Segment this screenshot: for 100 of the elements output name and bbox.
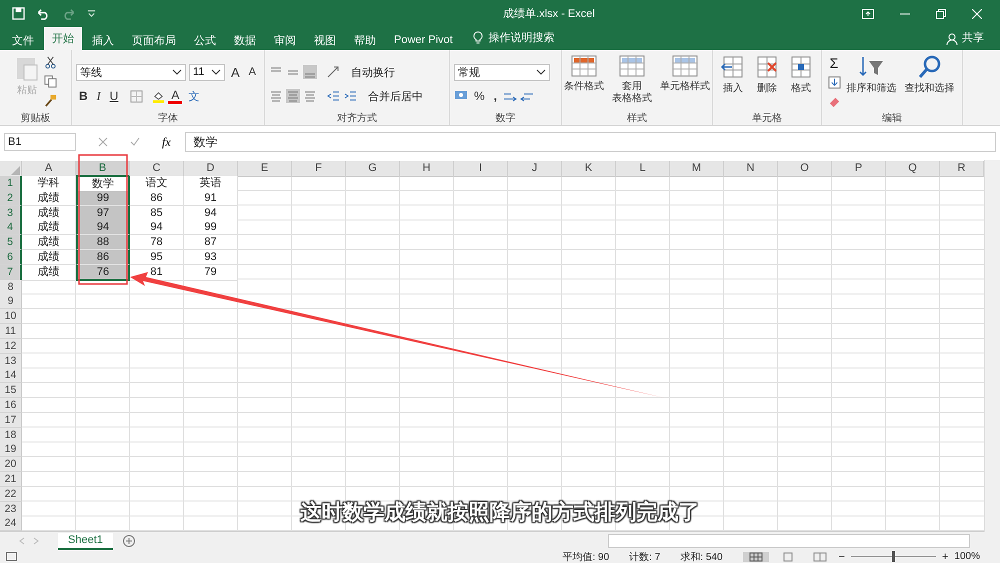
horizontal-scrollbar[interactable] bbox=[608, 534, 970, 548]
name-box[interactable]: B1 bbox=[4, 133, 76, 151]
column-header[interactable]: P bbox=[832, 161, 886, 177]
row-header[interactable]: 3 bbox=[0, 206, 22, 221]
style-button[interactable]: 条件格式 bbox=[562, 53, 606, 94]
row-header[interactable]: 15 bbox=[0, 383, 22, 398]
increase-indent-icon[interactable] bbox=[343, 89, 357, 103]
editing-button[interactable]: 查找和选择 bbox=[902, 53, 956, 97]
share-button[interactable]: 共享 bbox=[962, 30, 984, 45]
align-lines-icon[interactable] bbox=[286, 89, 300, 103]
column-header[interactable]: K bbox=[562, 161, 616, 177]
row-header[interactable]: 19 bbox=[0, 442, 22, 458]
row-header[interactable]: 23 bbox=[0, 502, 22, 517]
row-header[interactable]: 22 bbox=[0, 486, 22, 502]
row-header[interactable]: 20 bbox=[0, 457, 22, 472]
align-lines-icon[interactable] bbox=[303, 65, 317, 79]
ribbon-tab[interactable]: 文件 bbox=[4, 30, 42, 50]
row-header[interactable]: 13 bbox=[0, 354, 22, 369]
row-header[interactable]: 1 bbox=[0, 176, 22, 192]
align-lines-icon[interactable] bbox=[303, 89, 317, 103]
row-header[interactable]: 4 bbox=[0, 220, 22, 236]
bold-button[interactable]: B bbox=[76, 89, 91, 103]
comma-button[interactable]: , bbox=[490, 89, 500, 103]
autosum-button[interactable]: Σ bbox=[830, 56, 838, 70]
currency-icon[interactable] bbox=[454, 90, 468, 102]
ribbon-display-icon[interactable] bbox=[862, 8, 874, 18]
zoom-level[interactable]: 100% bbox=[954, 551, 980, 562]
ribbon-tab[interactable]: 审阅 bbox=[266, 30, 304, 50]
row-header[interactable]: 2 bbox=[0, 190, 22, 206]
zoom-out-button[interactable]: − bbox=[838, 550, 845, 562]
add-sheet-icon[interactable] bbox=[122, 535, 135, 547]
column-header[interactable]: F bbox=[292, 161, 346, 177]
copy-icon[interactable] bbox=[44, 75, 57, 88]
number-format-dropdown[interactable]: 常规 bbox=[454, 64, 550, 80]
row-header[interactable]: 12 bbox=[0, 338, 22, 354]
column-header[interactable]: I bbox=[454, 161, 508, 177]
ribbon-tab[interactable]: 公式 bbox=[186, 30, 224, 50]
cells-button[interactable]: 格式 bbox=[786, 53, 816, 97]
fill-color-icon[interactable] bbox=[152, 90, 166, 102]
font-size-dropdown[interactable]: 11 bbox=[189, 64, 225, 80]
row-header[interactable]: 16 bbox=[0, 398, 22, 413]
person-icon[interactable] bbox=[946, 33, 958, 45]
close-icon[interactable] bbox=[972, 8, 982, 18]
column-header[interactable]: J bbox=[508, 161, 562, 177]
check-icon[interactable] bbox=[130, 137, 140, 147]
column-header[interactable]: H bbox=[400, 161, 454, 177]
ribbon-tab[interactable]: 帮助 bbox=[346, 30, 384, 50]
scissors-icon[interactable] bbox=[44, 56, 57, 69]
font-color-button[interactable]: A bbox=[168, 88, 182, 104]
align-lines-icon[interactable] bbox=[269, 89, 283, 103]
tell-me-search[interactable]: 操作说明搜索 bbox=[488, 30, 555, 45]
column-header[interactable]: L bbox=[616, 161, 670, 177]
editing-button[interactable]: 排序和筛选 bbox=[844, 53, 898, 97]
row-header[interactable]: 8 bbox=[0, 280, 22, 295]
ribbon-tab[interactable]: 页面布局 bbox=[124, 30, 184, 50]
row-header[interactable]: 11 bbox=[0, 324, 22, 339]
column-header[interactable]: R bbox=[940, 161, 984, 177]
macro-icon[interactable] bbox=[6, 552, 17, 561]
grow-font-button[interactable]: A bbox=[228, 64, 243, 80]
row-header[interactable]: 24 bbox=[0, 516, 22, 531]
vertical-scrollbar[interactable] bbox=[984, 160, 1000, 532]
row-header[interactable]: 10 bbox=[0, 309, 22, 324]
column-header[interactable]: N bbox=[724, 161, 778, 177]
italic-button[interactable]: I bbox=[94, 88, 104, 104]
zoom-in-button[interactable]: + bbox=[942, 550, 948, 562]
merge-center-button[interactable]: 合并后居中 bbox=[368, 88, 423, 104]
zoom-thumb[interactable] bbox=[892, 551, 896, 562]
column-header[interactable]: G bbox=[346, 161, 400, 177]
insert-function-button[interactable]: fx bbox=[156, 134, 177, 150]
row-header[interactable]: 6 bbox=[0, 250, 22, 265]
cells-button[interactable]: 删除 bbox=[752, 53, 782, 97]
row-header[interactable]: 9 bbox=[0, 294, 22, 310]
row-header[interactable]: 5 bbox=[0, 235, 22, 250]
row-header[interactable]: 17 bbox=[0, 412, 22, 428]
phonetic-button[interactable]: 文 bbox=[185, 88, 202, 104]
normal-view-icon[interactable] bbox=[742, 552, 769, 562]
ribbon-tab[interactable]: 开始 bbox=[44, 27, 82, 50]
eraser-icon[interactable] bbox=[828, 95, 840, 108]
column-header[interactable]: M bbox=[670, 161, 724, 177]
restore-icon[interactable] bbox=[936, 8, 946, 18]
ribbon-tab[interactable]: 数据 bbox=[226, 30, 264, 50]
customize-icon[interactable] bbox=[87, 9, 96, 18]
borders-icon[interactable] bbox=[130, 90, 144, 102]
column-header[interactable]: O bbox=[778, 161, 832, 177]
ribbon-tab[interactable]: 插入 bbox=[84, 30, 122, 50]
shrink-font-button[interactable]: A bbox=[246, 66, 260, 78]
row-header[interactable]: 7 bbox=[0, 264, 22, 281]
fill-down-icon[interactable] bbox=[828, 76, 840, 89]
percent-button[interactable]: % bbox=[471, 89, 488, 103]
format-painter-icon[interactable] bbox=[44, 94, 57, 107]
column-header[interactable]: B bbox=[76, 161, 130, 177]
decrease-indent-icon[interactable] bbox=[326, 89, 340, 103]
row-header[interactable]: 14 bbox=[0, 368, 22, 384]
ribbon-tab[interactable]: 视图 bbox=[306, 30, 344, 50]
formula-field[interactable]: 数学 bbox=[184, 132, 996, 152]
cells-button[interactable]: 插入 bbox=[718, 53, 748, 97]
row-header[interactable]: 21 bbox=[0, 472, 22, 487]
wrap-text-button[interactable]: 自动换行 bbox=[351, 64, 395, 80]
underline-button[interactable]: U bbox=[106, 89, 122, 103]
style-button[interactable]: 套用 表格格式 bbox=[610, 53, 654, 106]
